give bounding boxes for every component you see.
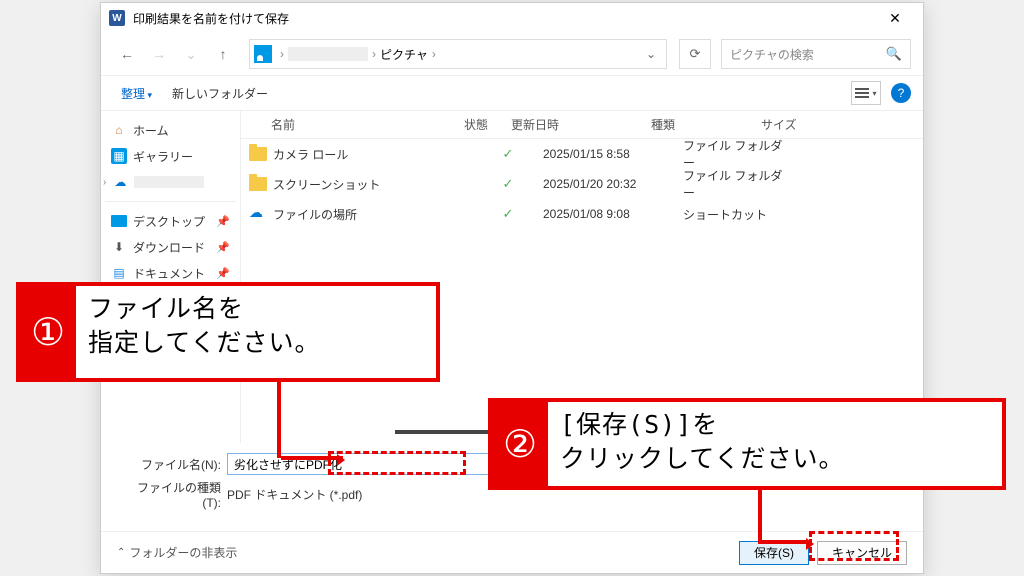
search-input[interactable]: ピクチャの検索 🔍 <box>721 39 911 69</box>
save-button[interactable]: 保存(S) <box>739 541 809 565</box>
recent-dropdown[interactable]: ⌄ <box>177 40 205 68</box>
cancel-button[interactable]: キャンセル <box>817 541 907 565</box>
annotation-2-number: ② <box>492 402 548 486</box>
onedrive-icon: ☁ <box>112 174 128 190</box>
view-options-button[interactable] <box>851 81 881 105</box>
back-button[interactable]: ← <box>113 40 141 68</box>
help-button[interactable]: ? <box>891 83 911 103</box>
synced-icon: ✓ <box>503 206 514 221</box>
column-headers: 名前 状態 更新日時 種類 サイズ <box>241 111 923 139</box>
shortcut-icon <box>249 207 267 221</box>
file-row[interactable]: カメラ ロール ✓ 2025/01/15 8:58 ファイル フォルダー <box>241 139 923 169</box>
folder-icon <box>249 147 267 161</box>
gallery-icon: ▦ <box>111 148 127 164</box>
sidebar: ⌂ホーム ▦ギャラリー ›☁ デスクトップ📌 ⬇ダウンロード📌 ▤ドキュメント📌… <box>101 111 241 443</box>
filename-label: ファイル名(N): <box>125 456 221 473</box>
sidebar-item-desktop[interactable]: デスクトップ📌 <box>105 208 236 234</box>
up-button[interactable]: ↑ <box>209 40 237 68</box>
search-icon: 🔍 <box>886 46 902 62</box>
annotation-1: ① ファイル名を 指定してください。 <box>16 282 440 382</box>
col-status[interactable]: 状態 <box>441 116 511 133</box>
hide-folders-toggle[interactable]: フォルダーの非表示 <box>117 544 237 561</box>
filetype-dropdown[interactable]: PDF ドキュメント (*.pdf) <box>227 486 362 503</box>
organize-menu[interactable]: 整理 <box>113 81 160 106</box>
titlebar: W 印刷結果を名前を付けて保存 ✕ <box>101 3 923 33</box>
synced-icon: ✓ <box>503 146 514 161</box>
list-view-icon <box>855 92 869 94</box>
download-icon: ⬇ <box>111 239 127 255</box>
nav-bar: ← → ⌄ ↑ › › ピクチャ › ⌄ ⟳ ピクチャの検索 🔍 <box>101 33 923 75</box>
breadcrumb-current[interactable]: ピクチャ <box>380 46 428 63</box>
redacted-account <box>134 176 204 188</box>
dialog-footer: フォルダーの非表示 保存(S) キャンセル <box>101 531 923 573</box>
address-bar[interactable]: › › ピクチャ › ⌄ <box>249 39 667 69</box>
word-icon: W <box>109 10 125 26</box>
annotation-1-arrow <box>277 380 281 458</box>
search-placeholder: ピクチャの検索 <box>730 46 814 63</box>
synced-icon: ✓ <box>503 176 514 191</box>
document-icon: ▤ <box>111 265 127 281</box>
sidebar-item-home[interactable]: ⌂ホーム <box>105 117 236 143</box>
annotation-1-text: ファイル名を 指定してください。 <box>76 286 436 378</box>
pin-icon: 📌 <box>216 215 230 228</box>
forward-button[interactable]: → <box>145 40 173 68</box>
file-row[interactable]: スクリーンショット ✓ 2025/01/20 20:32 ファイル フォルダー <box>241 169 923 199</box>
sidebar-item-downloads[interactable]: ⬇ダウンロード📌 <box>105 234 236 260</box>
close-button[interactable]: ✕ <box>875 3 915 33</box>
annotation-2-text: [保存(S)]を クリックしてください。 <box>548 402 1002 486</box>
window-title: 印刷結果を名前を付けて保存 <box>133 10 875 27</box>
annotation-2: ② [保存(S)]を クリックしてください。 <box>488 398 1006 490</box>
sidebar-item-onedrive[interactable]: ›☁ <box>105 169 236 195</box>
new-folder-button[interactable]: 新しいフォルダー <box>164 81 276 106</box>
breadcrumb-sep: › <box>280 47 284 61</box>
col-name[interactable]: 名前 <box>241 116 441 133</box>
desktop-icon <box>111 213 127 229</box>
sidebar-item-gallery[interactable]: ▦ギャラリー <box>105 143 236 169</box>
address-dropdown-icon[interactable]: ⌄ <box>640 47 662 61</box>
home-icon: ⌂ <box>111 122 127 138</box>
file-list: 名前 状態 更新日時 種類 サイズ カメラ ロール ✓ 2025/01/15 8… <box>241 111 923 443</box>
col-size[interactable]: サイズ <box>761 116 923 133</box>
col-date[interactable]: 更新日時 <box>511 116 651 133</box>
folder-icon <box>249 177 267 191</box>
refresh-button[interactable]: ⟳ <box>679 39 711 69</box>
file-row[interactable]: ファイルの場所 ✓ 2025/01/08 9:08 ショートカット <box>241 199 923 229</box>
annotation-2-arrow <box>758 488 762 544</box>
pictures-icon <box>254 45 272 63</box>
annotation-1-number: ① <box>20 286 76 378</box>
redacted-path <box>288 47 368 61</box>
filetype-label: ファイルの種類(T): <box>125 479 221 510</box>
col-type[interactable]: 種類 <box>651 116 761 133</box>
toolbar: 整理 新しいフォルダー ? <box>101 75 923 111</box>
annotation-1-arrowhead <box>337 454 345 466</box>
